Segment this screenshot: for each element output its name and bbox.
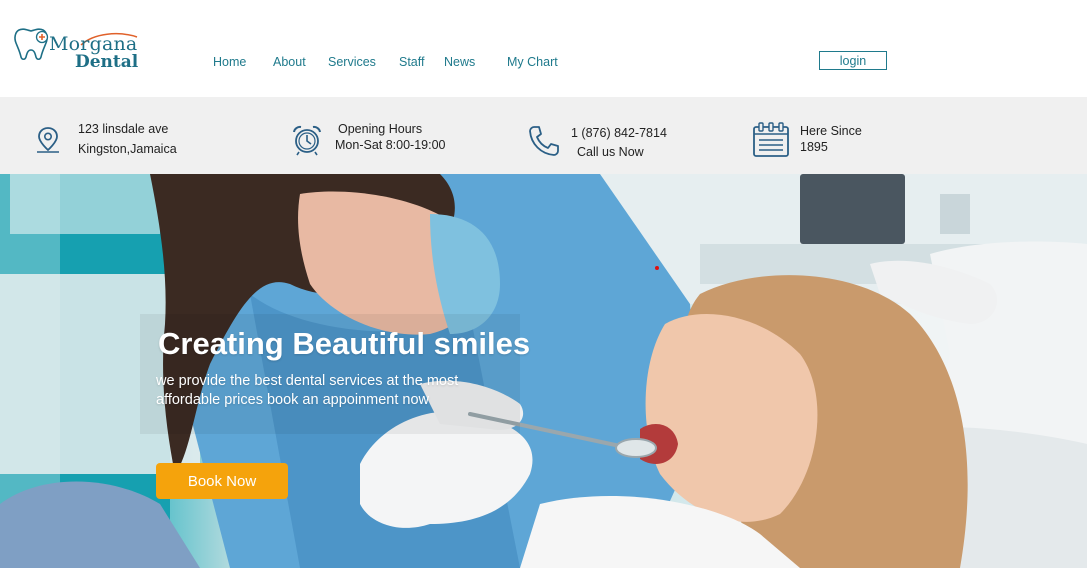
tooth-logo-icon (14, 28, 49, 61)
site-header: Morgana Dental Home About Services Staff… (0, 0, 1087, 97)
since-title: Here Since (800, 124, 862, 138)
nav-staff[interactable]: Staff (399, 55, 424, 69)
red-dot-marker (655, 266, 659, 270)
alarm-clock-icon (293, 125, 321, 156)
phone-cta: Call us Now (577, 145, 644, 159)
hero-subtitle: we provide the best dental services at t… (156, 373, 459, 408)
book-now-button[interactable]: Book Now (156, 463, 288, 499)
address-info: 123 linsdale ave Kingston,Jamaica (34, 97, 234, 174)
nav-home[interactable]: Home (213, 55, 246, 69)
brand-logo[interactable]: Morgana Dental (13, 24, 143, 74)
nav-my-chart[interactable]: My Chart (507, 55, 558, 69)
hours-info: Opening Hours Mon-Sat 8:00-19:00 (290, 97, 470, 174)
address-line2: Kingston,Jamaica (78, 142, 177, 156)
calendar-icon (753, 122, 789, 157)
since-info: Here Since 1895 (752, 97, 912, 174)
location-pin-icon (37, 127, 59, 153)
hours-value: Mon-Sat 8:00-19:00 (335, 138, 446, 152)
since-year: 1895 (800, 140, 828, 154)
phone-number[interactable]: 1 (876) 842-7814 (571, 124, 667, 143)
address-line1: 123 linsdale ave (78, 122, 169, 136)
hours-title: Opening Hours (338, 122, 423, 136)
phone-icon (529, 126, 559, 156)
brand-name-line2: Dental (75, 52, 139, 72)
nav-about[interactable]: About (273, 55, 306, 69)
info-bar: 123 linsdale ave Kingston,Jamaica Openin… (0, 97, 1087, 174)
phone-info[interactable]: 1 (876) 842-7814 Call us Now (527, 97, 697, 174)
nav-news[interactable]: News (444, 55, 475, 69)
hero-title: Creating Beautiful smiles (158, 326, 531, 361)
hero-photo-dentist-and-child (0, 174, 1087, 568)
nav-services[interactable]: Services (328, 55, 376, 69)
login-button[interactable]: login (819, 51, 887, 70)
hero-banner: Creating Beautiful smiles we provide the… (0, 174, 1087, 568)
